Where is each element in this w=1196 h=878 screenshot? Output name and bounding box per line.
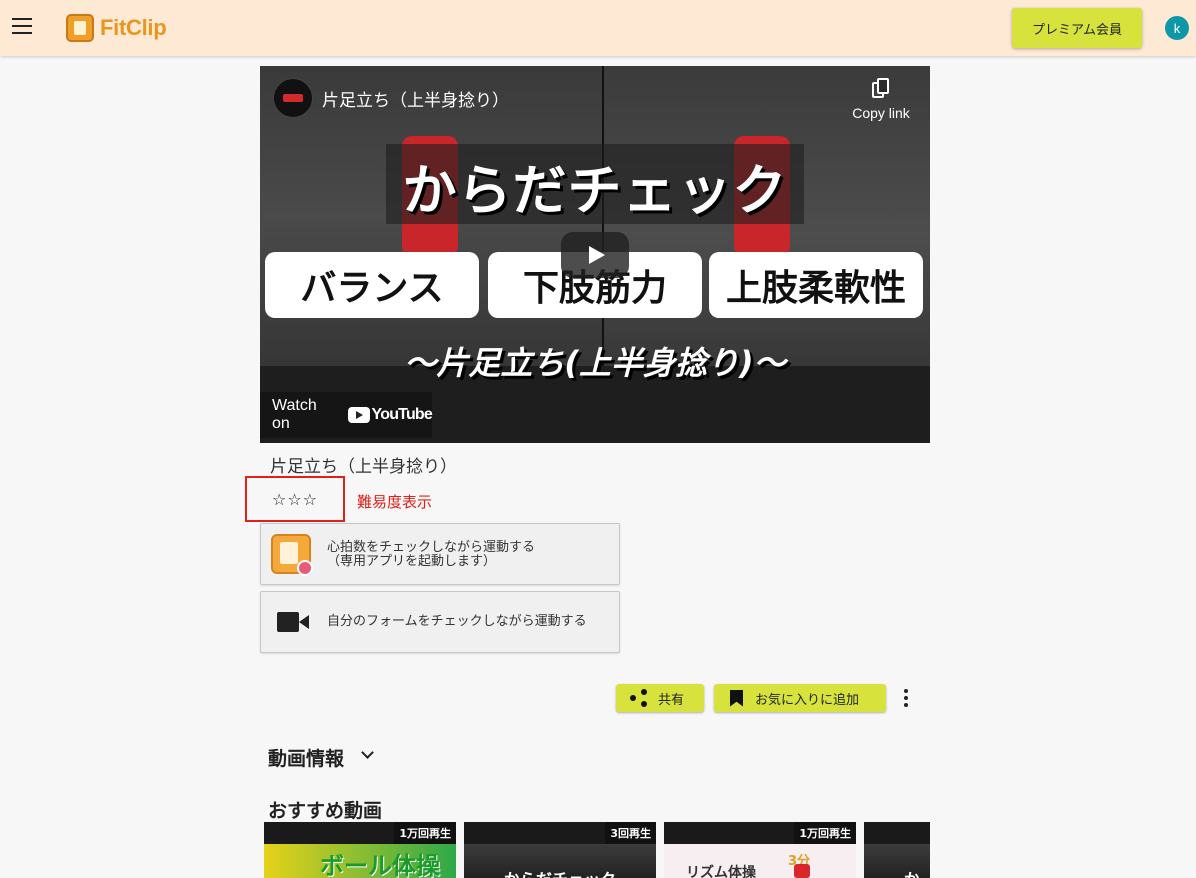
tag-upper-limb-flexibility: 上肢柔軟性 bbox=[709, 252, 923, 318]
more-options-icon[interactable] bbox=[903, 689, 909, 707]
app-bar: FitClip プレミアム会員 k bbox=[0, 0, 1196, 56]
form-check-label: 自分のフォームをチェックしながら運動する bbox=[327, 614, 587, 629]
youtube-play-icon bbox=[347, 407, 370, 423]
share-button[interactable]: 共有 bbox=[616, 684, 704, 712]
copy-icon bbox=[872, 78, 890, 100]
recommended-video-3[interactable]: リズム体操 3分 1万回再生 bbox=[664, 822, 856, 878]
bookmark-add-icon bbox=[730, 689, 743, 707]
chevron-down-icon[interactable] bbox=[362, 748, 372, 758]
share-icon bbox=[630, 689, 648, 707]
recommended-heading: おすすめ動画 bbox=[268, 800, 383, 822]
copy-link-label: Copy link bbox=[852, 105, 910, 121]
play-button[interactable] bbox=[561, 232, 629, 278]
watch-on-label: Watch on bbox=[272, 397, 317, 432]
view-count: 1万回再生 bbox=[394, 822, 456, 844]
watch-on-youtube-button[interactable]: Watch on YouTube bbox=[260, 392, 433, 438]
video-subheadline: 〜片足立ち(上半身捻り)〜 bbox=[404, 344, 786, 382]
add-to-favorites-button[interactable]: お気に入りに追加 bbox=[714, 684, 886, 712]
heart-rate-app-icon bbox=[271, 534, 313, 576]
video-player[interactable]: 片足立ち（上半身捻り） Copy link からだチェック バランス 下肢筋力 … bbox=[260, 66, 930, 443]
copy-link-button[interactable]: Copy link bbox=[846, 78, 916, 121]
video-title[interactable]: 片足立ち（上半身捻り） bbox=[322, 86, 509, 111]
hamburger-menu-icon[interactable] bbox=[12, 18, 32, 38]
form-check-exercise-button[interactable]: 自分のフォームをチェックしながら運動する bbox=[260, 591, 620, 653]
thumbnail-caption: ボール体操 bbox=[320, 852, 440, 878]
video-info-heading[interactable]: 動画情報 bbox=[268, 744, 344, 771]
thumbnail-caption: リズム体操 bbox=[686, 865, 756, 878]
heart-rate-line1: 心拍数をチェックしながら運動する bbox=[327, 540, 536, 555]
fitclip-logo-icon bbox=[66, 14, 94, 42]
video-camera-icon bbox=[277, 612, 309, 632]
favorite-label: お気に入りに追加 bbox=[755, 692, 860, 708]
heart-rate-line2: （専用アプリを起動します） bbox=[327, 554, 497, 569]
share-label: 共有 bbox=[658, 692, 685, 708]
tag-balance: バランス bbox=[265, 252, 479, 318]
view-count: 3回再生 bbox=[605, 822, 656, 844]
heart-rate-exercise-button[interactable]: 心拍数をチェックしながら運動する （専用アプリを起動します） bbox=[260, 523, 620, 585]
youtube-logo: YouTube bbox=[347, 406, 433, 424]
user-avatar[interactable]: k bbox=[1165, 16, 1189, 40]
premium-member-button[interactable]: プレミアム会員 bbox=[1012, 8, 1142, 48]
difficulty-label: 難易度表示 bbox=[357, 493, 433, 511]
channel-avatar[interactable] bbox=[273, 78, 313, 118]
recommended-video-1[interactable]: ボール体操 1万回再生 bbox=[264, 822, 456, 878]
view-count: 1万回再生 bbox=[794, 822, 856, 844]
fitclip-logo[interactable]: FitClip bbox=[66, 12, 167, 44]
logo-text: FitClip bbox=[100, 15, 167, 40]
video-headline: からだチェック bbox=[402, 159, 788, 222]
recommended-video-4[interactable]: から bbox=[864, 822, 930, 878]
difficulty-stars: ☆☆☆ bbox=[245, 476, 345, 522]
thumbnail-caption: からだチェック bbox=[504, 866, 616, 878]
trainer-thumbnail-figure bbox=[794, 864, 810, 878]
youtube-wordmark: YouTube bbox=[371, 406, 433, 423]
thumbnail-caption: から bbox=[904, 866, 930, 878]
recommended-video-2[interactable]: からだチェック 3回再生 bbox=[464, 822, 656, 878]
exercise-title: 片足立ち（上半身捻り） bbox=[270, 457, 457, 477]
